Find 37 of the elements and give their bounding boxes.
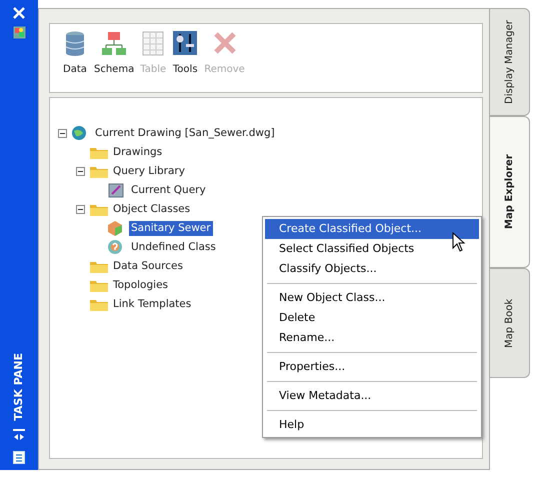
task-pane-title: TASK PANE: [10, 353, 26, 421]
collapse-icon[interactable]: [76, 205, 85, 214]
menu-item[interactable]: Rename...: [265, 328, 479, 348]
side-tab[interactable]: Map Book: [490, 268, 530, 378]
table-icon: [140, 30, 166, 58]
tree-item[interactable]: Current Query: [129, 182, 208, 198]
side-tab[interactable]: Map Explorer: [490, 116, 530, 268]
menu-icon[interactable]: [13, 451, 25, 464]
tree-item[interactable]: Drawings: [111, 144, 164, 160]
tree-item[interactable]: Sanitary Sewer: [129, 220, 213, 236]
menu-item[interactable]: View Metadata...: [265, 386, 479, 406]
menu-item[interactable]: Properties...: [265, 357, 479, 377]
side-tab[interactable]: Display Manager: [490, 8, 530, 116]
tree-item[interactable]: Undefined Class: [129, 240, 218, 256]
data-button[interactable]: Data: [62, 30, 88, 86]
schema-button[interactable]: Schema: [94, 30, 134, 86]
tree-item[interactable]: Object Classes: [111, 202, 192, 218]
sliders-icon: [172, 30, 198, 58]
tree-item[interactable]: Link Templates: [111, 296, 194, 312]
tree-item[interactable]: Current Drawing [San_Sewer.dwg]: [93, 126, 277, 142]
tree-item[interactable]: Topologies: [111, 278, 170, 294]
tools-button[interactable]: Tools: [172, 30, 198, 86]
menu-item[interactable]: Delete: [265, 308, 479, 328]
resize-icon[interactable]: [13, 429, 25, 443]
palette-icon[interactable]: [12, 26, 26, 39]
collapse-icon[interactable]: [58, 129, 67, 138]
cursor-icon: [452, 232, 466, 252]
menu-item[interactable]: Classify Objects...: [265, 259, 479, 279]
menu-item[interactable]: New Object Class...: [265, 288, 479, 308]
close-icon[interactable]: [12, 6, 26, 20]
schema-icon: [101, 30, 128, 58]
menu-item[interactable]: Create Classified Object...: [265, 219, 479, 239]
tree-item[interactable]: Query Library: [111, 164, 187, 180]
menu-item[interactable]: Help: [265, 415, 479, 435]
tree-item[interactable]: Data Sources: [111, 258, 185, 274]
menu-item[interactable]: Select Classified Objects: [265, 239, 479, 259]
collapse-icon[interactable]: [76, 167, 85, 176]
